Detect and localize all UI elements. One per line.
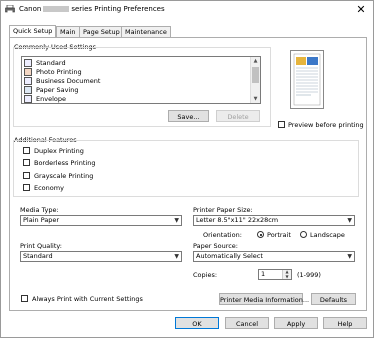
document-icon (24, 86, 32, 94)
print-quality-label: Print Quality: (20, 242, 62, 250)
print-quality-select[interactable]: Standard ▼ (20, 251, 182, 262)
landscape-label: Landscape (310, 231, 345, 239)
chevron-down-icon: ▼ (347, 253, 352, 260)
scroll-up-icon[interactable]: ▲ (251, 57, 260, 65)
copies-label: Copies: (193, 271, 218, 279)
photo-icon (24, 68, 32, 76)
save-button[interactable]: Save... (168, 110, 209, 122)
commonly-used-list[interactable]: Standard Photo Printing Business Documen… (21, 56, 261, 104)
printer-media-information-button[interactable]: Printer Media Information... (219, 293, 309, 305)
defaults-button[interactable]: Defaults (311, 293, 356, 305)
printer-paper-size-select[interactable]: Letter 8.5"x11" 22x28cm ▼ (193, 215, 355, 226)
help-button[interactable]: Help (323, 317, 367, 329)
copies-input[interactable]: 1 ▲ ▼ (258, 269, 292, 280)
title-suffix: series Printing Preferences (71, 5, 165, 13)
economy-checkbox[interactable] (23, 184, 30, 191)
portrait-radio[interactable] (257, 231, 264, 238)
list-scrollbar[interactable]: ▲ ▼ (250, 57, 260, 103)
always-print-label: Always Print with Current Settings (32, 295, 143, 303)
chevron-down-icon: ▼ (174, 217, 179, 224)
title-bar: Canon series Printing Preferences ✕ (1, 1, 373, 19)
document-icon (24, 59, 32, 67)
grayscale-printing-label: Grayscale Printing (34, 172, 94, 180)
copies-range: (1-999) (297, 271, 321, 279)
preview-image (293, 53, 321, 106)
orientation-label: Orientation: (203, 231, 242, 239)
media-type-select[interactable]: Plain Paper ▼ (20, 215, 182, 226)
paper-source-select[interactable]: Automatically Select ▼ (193, 251, 355, 262)
scroll-thumb[interactable] (252, 67, 259, 83)
chevron-down-icon: ▼ (174, 253, 179, 260)
close-icon[interactable]: ✕ (353, 3, 369, 17)
apply-button[interactable]: Apply (274, 317, 318, 329)
economy-label: Economy (34, 184, 64, 192)
grayscale-printing-checkbox[interactable] (23, 172, 30, 179)
printer-icon (5, 5, 15, 13)
paper-source-label: Paper Source: (193, 242, 238, 250)
scroll-down-icon[interactable]: ▼ (251, 95, 260, 103)
media-type-label: Media Type: (20, 206, 59, 214)
window-title: Canon series Printing Preferences (19, 5, 165, 13)
chevron-down-icon: ▼ (347, 217, 352, 224)
paper-preview (290, 50, 324, 109)
list-item[interactable]: Envelope (24, 94, 66, 103)
preview-before-printing-checkbox[interactable] (278, 121, 285, 128)
envelope-icon (24, 95, 32, 103)
preview-before-printing-label: Preview before printing (288, 121, 364, 129)
always-print-checkbox[interactable] (21, 295, 28, 302)
duplex-printing-checkbox[interactable] (23, 147, 30, 154)
ok-button[interactable]: OK (175, 317, 219, 329)
spinner-icon[interactable]: ▲ ▼ (282, 269, 291, 279)
borderless-printing-label: Borderless Printing (34, 159, 96, 167)
portrait-label: Portrait (267, 231, 291, 239)
printing-preferences-window: Canon series Printing Preferences ✕ Quick… (0, 0, 374, 338)
cancel-button[interactable]: Cancel (225, 317, 269, 329)
delete-button[interactable]: Delete (216, 110, 260, 122)
printer-paper-size-label: Printer Paper Size: (193, 206, 253, 214)
redacted-model (43, 6, 70, 12)
landscape-radio[interactable] (300, 231, 307, 238)
duplex-printing-label: Duplex Printing (34, 147, 84, 155)
borderless-printing-checkbox[interactable] (23, 159, 30, 166)
document-icon (24, 77, 32, 85)
title-prefix: Canon (19, 5, 42, 13)
